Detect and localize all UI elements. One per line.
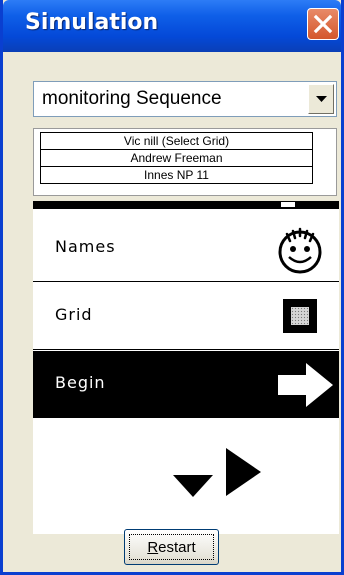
menu-item-grid[interactable]: Grid: [33, 283, 339, 350]
sequence-dropdown-value: monitoring Sequence: [42, 88, 222, 109]
focus-rectangle: Restart: [129, 534, 214, 560]
chevron-down-icon: [315, 95, 327, 102]
close-button[interactable]: [307, 8, 339, 40]
panel-tab: [281, 202, 295, 207]
menu-item-label: Begin: [55, 373, 106, 392]
window-title: Simulation: [25, 10, 159, 35]
participant-row[interactable]: Vic nill (Select Grid): [40, 132, 313, 150]
menu-item-label: Names: [55, 237, 116, 256]
menu-item-begin[interactable]: Begin: [33, 351, 339, 418]
participant-row[interactable]: Innes NP 11: [40, 166, 313, 184]
simulation-menu: Names Grid Begin: [33, 201, 339, 534]
accelerator-key: R: [147, 538, 159, 556]
smiley-face-icon: [278, 227, 322, 274]
right-arrow-icon: [226, 448, 261, 496]
restart-label: estart: [158, 538, 196, 556]
right-arrow-icon: [278, 363, 333, 407]
simulation-window: Simulation monitoring Sequence Vic nill …: [0, 0, 344, 575]
navigation-arrows: [173, 448, 261, 497]
sequence-dropdown[interactable]: monitoring Sequence: [33, 81, 337, 117]
menu-item-label: Grid: [55, 305, 93, 324]
title-bar[interactable]: Simulation: [3, 0, 341, 52]
grid-icon: [283, 299, 317, 333]
restart-button[interactable]: Restart: [124, 529, 219, 565]
dropdown-button[interactable]: [308, 84, 334, 114]
participant-row[interactable]: Andrew Freeman: [40, 149, 313, 167]
menu-item-names[interactable]: Names: [33, 215, 339, 282]
participant-list: Vic nill (Select Grid) Andrew Freeman In…: [33, 128, 337, 196]
down-arrow-icon: [173, 475, 213, 497]
close-icon: [313, 14, 333, 34]
